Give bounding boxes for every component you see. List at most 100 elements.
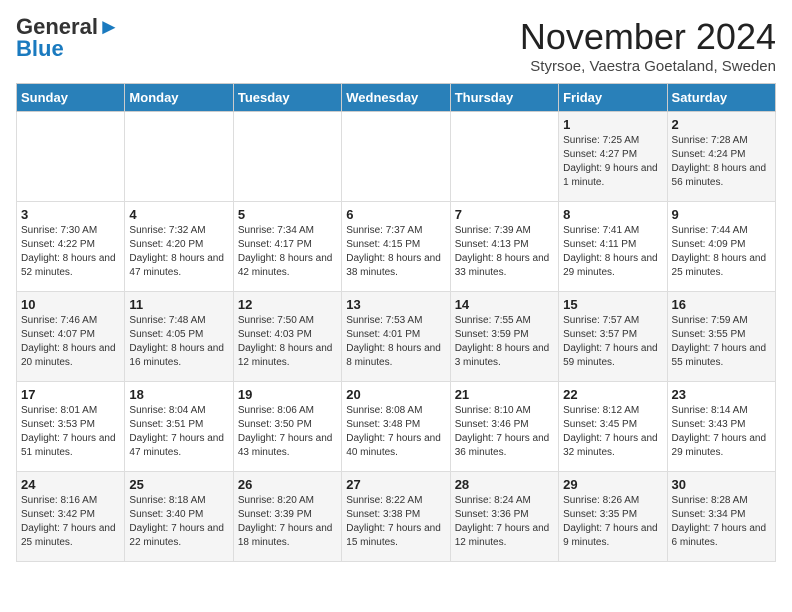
day-number: 16 — [672, 297, 771, 312]
calendar-cell: 3 Sunrise: 7:30 AM Sunset: 4:22 PM Daylig… — [17, 202, 125, 292]
day-info: Sunrise: 8:28 AM Sunset: 3:34 PM Dayligh… — [672, 494, 771, 550]
week-row-0: 1 Sunrise: 7:25 AM Sunset: 4:27 PM Daylig… — [17, 112, 776, 202]
day-info: Sunrise: 8:04 AM Sunset: 3:51 PM Dayligh… — [129, 404, 228, 460]
day-number: 30 — [672, 477, 771, 492]
header-tuesday: Tuesday — [233, 84, 341, 112]
week-row-4: 24Sunrise: 8:16 AM Sunset: 3:42 PM Dayli… — [17, 472, 776, 562]
header-wednesday: Wednesday — [342, 84, 450, 112]
day-number: 13 — [346, 297, 445, 312]
day-number: 20 — [346, 387, 445, 402]
calendar-cell: 8 Sunrise: 7:41 AM Sunset: 4:11 PM Daylig… — [559, 202, 667, 292]
week-row-1: 3 Sunrise: 7:30 AM Sunset: 4:22 PM Daylig… — [17, 202, 776, 292]
day-info: Sunrise: 7:30 AM Sunset: 4:22 PM Dayligh… — [21, 224, 120, 280]
calendar-cell: 26 Sunrise: 8:20 AM Sunset: 3:39 PM Dayli… — [233, 472, 341, 562]
day-number: 7 — [455, 207, 554, 222]
day-info: Sunrise: 8:22 AM Sunset: 3:38 PM Dayligh… — [346, 494, 445, 550]
calendar-cell: 16 Sunrise: 7:59 AM Sunset: 3:55 PM Dayli… — [667, 292, 775, 382]
calendar-cell: 9Sunrise: 7:44 AM Sunset: 4:09 PM Daylig… — [667, 202, 775, 292]
day-info: Sunrise: 8:20 AM Sunset: 3:39 PM Dayligh… — [238, 494, 337, 550]
calendar-cell: 15Sunrise: 7:57 AM Sunset: 3:57 PM Dayli… — [559, 292, 667, 382]
logo-blue: Blue — [16, 38, 64, 60]
day-number: 22 — [563, 387, 662, 402]
calendar-cell: 4 Sunrise: 7:32 AM Sunset: 4:20 PM Daylig… — [125, 202, 233, 292]
day-number: 24 — [21, 477, 120, 492]
day-number: 11 — [129, 297, 228, 312]
day-number: 3 — [21, 207, 120, 222]
day-info: Sunrise: 7:46 AM Sunset: 4:07 PM Dayligh… — [21, 314, 120, 370]
calendar-cell: 11 Sunrise: 7:48 AM Sunset: 4:05 PM Dayli… — [125, 292, 233, 382]
header: General► Blue November 2024 Styrsoe, Vae… — [16, 16, 776, 75]
day-info: Sunrise: 8:01 AM Sunset: 3:53 PM Dayligh… — [21, 404, 120, 460]
day-number: 5 — [238, 207, 337, 222]
calendar-cell — [17, 112, 125, 202]
calendar-cell: 10 Sunrise: 7:46 AM Sunset: 4:07 PM Dayli… — [17, 292, 125, 382]
calendar-cell: 25 Sunrise: 8:18 AM Sunset: 3:40 PM Dayli… — [125, 472, 233, 562]
day-info: Sunrise: 7:41 AM Sunset: 4:11 PM Dayligh… — [563, 224, 662, 280]
day-number: 6 — [346, 207, 445, 222]
day-info: Sunrise: 8:06 AM Sunset: 3:50 PM Dayligh… — [238, 404, 337, 460]
main-title: November 2024 — [520, 16, 776, 58]
day-number: 17 — [21, 387, 120, 402]
day-number: 15 — [563, 297, 662, 312]
day-info: Sunrise: 7:28 AM Sunset: 4:24 PM Dayligh… — [672, 134, 771, 190]
calendar-cell: 18 Sunrise: 8:04 AM Sunset: 3:51 PM Dayli… — [125, 382, 233, 472]
calendar-cell: 12 Sunrise: 7:50 AM Sunset: 4:03 PM Dayli… — [233, 292, 341, 382]
day-number: 4 — [129, 207, 228, 222]
day-info: Sunrise: 7:34 AM Sunset: 4:17 PM Dayligh… — [238, 224, 337, 280]
calendar-cell: 7 Sunrise: 7:39 AM Sunset: 4:13 PM Daylig… — [450, 202, 558, 292]
day-info: Sunrise: 7:39 AM Sunset: 4:13 PM Dayligh… — [455, 224, 554, 280]
day-number: 14 — [455, 297, 554, 312]
day-info: Sunrise: 8:10 AM Sunset: 3:46 PM Dayligh… — [455, 404, 554, 460]
day-info: Sunrise: 7:53 AM Sunset: 4:01 PM Dayligh… — [346, 314, 445, 370]
logo-general: General► — [16, 16, 120, 38]
week-row-3: 17 Sunrise: 8:01 AM Sunset: 3:53 PM Dayli… — [17, 382, 776, 472]
title-area: November 2024 Styrsoe, Vaestra Goetaland… — [520, 16, 776, 75]
calendar-cell: 13 Sunrise: 7:53 AM Sunset: 4:01 PM Dayli… — [342, 292, 450, 382]
calendar-table: SundayMondayTuesdayWednesdayThursdayFrid… — [16, 83, 776, 562]
calendar-cell: 23Sunrise: 8:14 AM Sunset: 3:43 PM Dayli… — [667, 382, 775, 472]
day-info: Sunrise: 8:26 AM Sunset: 3:35 PM Dayligh… — [563, 494, 662, 550]
calendar-cell — [233, 112, 341, 202]
calendar-cell: 14 Sunrise: 7:55 AM Sunset: 3:59 PM Dayli… — [450, 292, 558, 382]
day-number: 8 — [563, 207, 662, 222]
day-number: 26 — [238, 477, 337, 492]
calendar-cell: 27 Sunrise: 8:22 AM Sunset: 3:38 PM Dayli… — [342, 472, 450, 562]
day-number: 1 — [563, 117, 662, 132]
calendar-cell: 28Sunrise: 8:24 AM Sunset: 3:36 PM Dayli… — [450, 472, 558, 562]
day-info: Sunrise: 7:37 AM Sunset: 4:15 PM Dayligh… — [346, 224, 445, 280]
day-info: Sunrise: 7:59 AM Sunset: 3:55 PM Dayligh… — [672, 314, 771, 370]
day-number: 27 — [346, 477, 445, 492]
calendar-cell: 1 Sunrise: 7:25 AM Sunset: 4:27 PM Daylig… — [559, 112, 667, 202]
day-number: 18 — [129, 387, 228, 402]
day-info: Sunrise: 8:18 AM Sunset: 3:40 PM Dayligh… — [129, 494, 228, 550]
calendar-cell: 2 Sunrise: 7:28 AM Sunset: 4:24 PM Daylig… — [667, 112, 775, 202]
day-info: Sunrise: 8:14 AM Sunset: 3:43 PM Dayligh… — [672, 404, 771, 460]
calendar-cell — [342, 112, 450, 202]
calendar-cell: 17 Sunrise: 8:01 AM Sunset: 3:53 PM Dayli… — [17, 382, 125, 472]
header-saturday: Saturday — [667, 84, 775, 112]
day-number: 21 — [455, 387, 554, 402]
day-info: Sunrise: 7:55 AM Sunset: 3:59 PM Dayligh… — [455, 314, 554, 370]
day-info: Sunrise: 8:24 AM Sunset: 3:36 PM Dayligh… — [455, 494, 554, 550]
header-monday: Monday — [125, 84, 233, 112]
day-info: Sunrise: 7:50 AM Sunset: 4:03 PM Dayligh… — [238, 314, 337, 370]
day-info: Sunrise: 7:32 AM Sunset: 4:20 PM Dayligh… — [129, 224, 228, 280]
day-info: Sunrise: 7:48 AM Sunset: 4:05 PM Dayligh… — [129, 314, 228, 370]
header-friday: Friday — [559, 84, 667, 112]
day-number: 9 — [672, 207, 771, 222]
calendar-cell: 5 Sunrise: 7:34 AM Sunset: 4:17 PM Daylig… — [233, 202, 341, 292]
calendar-cell: 24Sunrise: 8:16 AM Sunset: 3:42 PM Dayli… — [17, 472, 125, 562]
day-info: Sunrise: 7:25 AM Sunset: 4:27 PM Dayligh… — [563, 134, 662, 190]
calendar-cell: 19Sunrise: 8:06 AM Sunset: 3:50 PM Dayli… — [233, 382, 341, 472]
subtitle: Styrsoe, Vaestra Goetaland, Sweden — [520, 58, 776, 75]
logo-area: General► Blue — [16, 16, 120, 60]
calendar-cell: 20 Sunrise: 8:08 AM Sunset: 3:48 PM Dayli… — [342, 382, 450, 472]
calendar-cell: 21 Sunrise: 8:10 AM Sunset: 3:46 PM Dayli… — [450, 382, 558, 472]
day-number: 12 — [238, 297, 337, 312]
header-sunday: Sunday — [17, 84, 125, 112]
day-info: Sunrise: 8:08 AM Sunset: 3:48 PM Dayligh… — [346, 404, 445, 460]
calendar-cell: 30 Sunrise: 8:28 AM Sunset: 3:34 PM Dayli… — [667, 472, 775, 562]
day-number: 10 — [21, 297, 120, 312]
day-number: 2 — [672, 117, 771, 132]
day-number: 25 — [129, 477, 228, 492]
